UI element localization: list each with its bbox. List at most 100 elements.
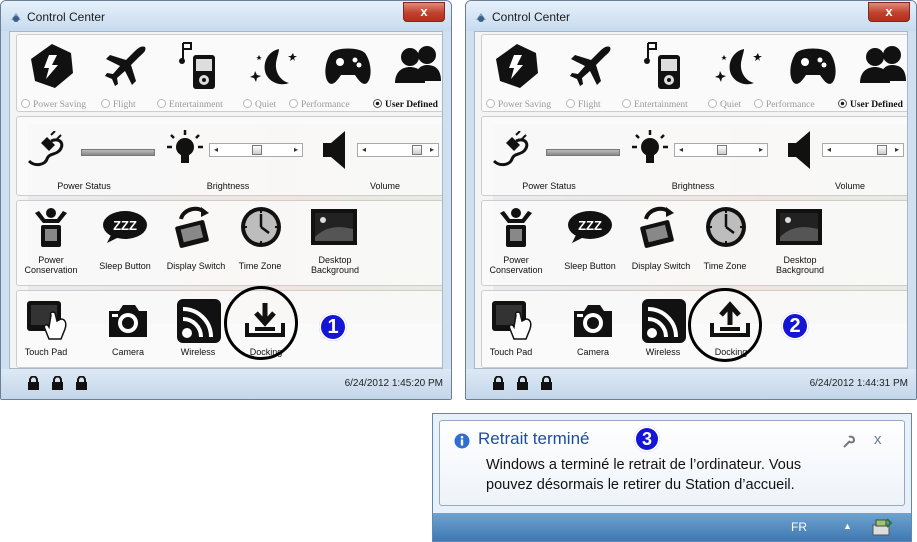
entertainment-icon[interactable] <box>642 39 686 93</box>
close-button[interactable]: x <box>868 2 910 22</box>
time-zone-icon[interactable] <box>239 205 283 249</box>
slider-left-arrow[interactable]: ◂ <box>679 145 683 154</box>
title-bar[interactable]: Control Center x <box>1 1 451 31</box>
power-saving-icon[interactable] <box>27 41 77 91</box>
slider-thumb[interactable] <box>252 145 262 155</box>
power-conservation-icon[interactable] <box>33 207 69 249</box>
mode-entertainment-radio[interactable]: Entertainment <box>622 99 688 110</box>
radio-dot <box>21 99 30 108</box>
radio-dot <box>754 99 763 108</box>
sleep-button-label: Sleep Button <box>99 261 151 271</box>
desktop-background-icon[interactable] <box>309 207 359 247</box>
quiet-icon[interactable] <box>249 41 301 91</box>
brightness-label: Brightness <box>206 181 250 191</box>
mode-power-saving-radio[interactable]: Power Saving <box>486 99 551 110</box>
camera-icon[interactable] <box>105 303 151 339</box>
tray-expand-arrow[interactable]: ▲ <box>843 521 852 531</box>
sleep-zzz-text: ZZZ <box>578 218 602 233</box>
mode-entertainment-radio[interactable]: Entertainment <box>157 99 223 110</box>
control-center-window-1: Control Center x Power Saving Flight Ent… <box>0 0 452 400</box>
wireless-label: Wireless <box>645 347 681 357</box>
scroll-lock-icon <box>541 376 552 390</box>
slider-thumb[interactable] <box>877 145 887 155</box>
power-conservation-icon[interactable] <box>498 207 534 249</box>
user-defined-icon[interactable] <box>858 43 908 89</box>
mode-performance-radio[interactable]: Performance <box>754 99 815 110</box>
status-group: ◂ ▸ ◂ ▸ Power Status Brightness Volume <box>481 116 907 196</box>
volume-slider[interactable]: ◂ ▸ <box>357 143 439 157</box>
mode-quiet-radio[interactable]: Quiet <box>243 99 276 110</box>
mode-label: User Defined <box>385 100 438 110</box>
power-mode-group: Power Saving Flight Entertainment Quiet … <box>16 34 443 112</box>
sleep-button-icon[interactable]: ZZZ <box>101 209 149 245</box>
touch-pad-icon[interactable] <box>490 299 534 343</box>
radio-dot <box>289 99 298 108</box>
slider-left-arrow[interactable]: ◂ <box>827 145 831 154</box>
notification-balloon[interactable]: Retrait terminé 3 x Windows a terminé le… <box>439 420 905 506</box>
brightness-slider[interactable]: ◂ ▸ <box>209 143 303 157</box>
mode-user-defined-radio[interactable]: User Defined <box>838 99 903 110</box>
mode-performance-radio[interactable]: Performance <box>289 99 350 110</box>
power-plug-icon <box>27 131 64 167</box>
time-zone-icon[interactable] <box>704 205 748 249</box>
mode-user-defined-radio[interactable]: User Defined <box>373 99 438 110</box>
flight-icon[interactable] <box>101 41 151 91</box>
power-conservation-label: Power Conservation <box>24 255 78 275</box>
mode-power-saving-radio[interactable]: Power Saving <box>21 99 86 110</box>
flight-icon[interactable] <box>566 41 616 91</box>
notification-close-button[interactable]: x <box>874 431 882 448</box>
mode-flight-radio[interactable]: Flight <box>101 99 136 110</box>
slider-thumb[interactable] <box>717 145 727 155</box>
camera-icon[interactable] <box>570 303 616 339</box>
power-conservation-label: Power Conservation <box>489 255 543 275</box>
power-saving-icon[interactable] <box>492 41 542 91</box>
mode-label: Power Saving <box>33 100 87 110</box>
radio-dot <box>708 99 717 108</box>
wireless-icon[interactable] <box>177 299 221 343</box>
mode-quiet-radio[interactable]: Quiet <box>708 99 741 110</box>
title-bar[interactable]: Control Center x <box>466 1 916 31</box>
sleep-button-icon[interactable]: ZZZ <box>566 209 614 245</box>
control-center-app-icon <box>11 13 21 22</box>
radio-dot <box>838 99 847 108</box>
user-defined-icon[interactable] <box>393 43 443 89</box>
step-badge-1: 1 <box>319 313 347 341</box>
slider-right-arrow[interactable]: ▸ <box>430 145 434 154</box>
slider-left-arrow[interactable]: ◂ <box>362 145 366 154</box>
wireless-icon[interactable] <box>642 299 686 343</box>
mode-label: Quiet <box>720 100 742 110</box>
desktop-background-label: Desktop Background <box>775 255 825 275</box>
desktop-background-icon[interactable] <box>774 207 824 247</box>
entertainment-icon[interactable] <box>177 39 221 93</box>
wrench-icon[interactable] <box>842 435 856 449</box>
mode-flight-radio[interactable]: Flight <box>566 99 601 110</box>
power-status-label: Power Status <box>522 181 576 191</box>
display-switch-icon[interactable] <box>173 205 219 249</box>
slider-right-arrow[interactable]: ▸ <box>759 145 763 154</box>
radio-dot <box>486 99 495 108</box>
step-badge-2: 2 <box>781 312 809 340</box>
performance-icon[interactable] <box>323 43 373 89</box>
info-icon <box>454 433 470 449</box>
performance-icon[interactable] <box>788 43 838 89</box>
display-switch-icon[interactable] <box>638 205 684 249</box>
undock-tray-icon[interactable] <box>871 517 893 537</box>
tools-group: ZZZ Power Conservation Sleep Button Disp… <box>481 200 907 286</box>
caps-lock-icon <box>28 376 39 390</box>
slider-thumb[interactable] <box>412 145 422 155</box>
brightness-slider[interactable]: ◂ ▸ <box>674 143 768 157</box>
mode-label: Performance <box>766 100 815 110</box>
touch-pad-label: Touch Pad <box>489 347 533 357</box>
slider-right-arrow[interactable]: ▸ <box>895 145 899 154</box>
radio-dot <box>566 99 575 108</box>
camera-label: Camera <box>111 347 144 357</box>
slider-right-arrow[interactable]: ▸ <box>294 145 298 154</box>
touch-pad-icon[interactable] <box>25 299 69 343</box>
touch-pad-label: Touch Pad <box>24 347 68 357</box>
slider-left-arrow[interactable]: ◂ <box>214 145 218 154</box>
volume-slider[interactable]: ◂ ▸ <box>822 143 904 157</box>
language-indicator[interactable]: FR <box>791 520 807 534</box>
mode-label: Quiet <box>255 100 277 110</box>
quiet-icon[interactable] <box>714 41 766 91</box>
close-button[interactable]: x <box>403 2 445 22</box>
